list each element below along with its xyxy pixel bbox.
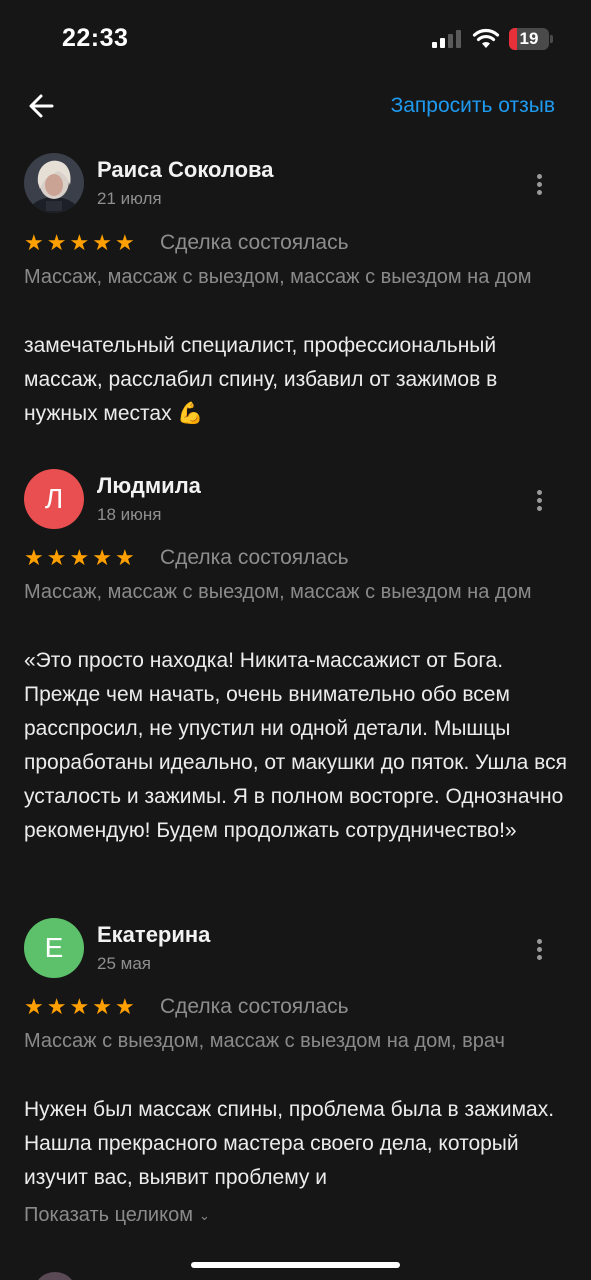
deal-status: Сделка состоялась (160, 231, 349, 254)
review-text: замечательный специалист, профессиональн… (24, 334, 498, 425)
home-indicator[interactable] (191, 1262, 400, 1268)
star-icon: ★ (69, 994, 90, 1019)
back-arrow-icon (29, 94, 54, 118)
star-icon: ★ (24, 230, 44, 255)
avatar-letter: Е (44, 932, 64, 963)
star-icon: ★ (114, 230, 135, 255)
author-name[interactable]: Людмила (97, 473, 201, 499)
star-rating: ★ ★ ★ ★ ★ (24, 994, 138, 1020)
star-icon: ★ (46, 545, 67, 570)
avatar[interactable]: Л (24, 469, 84, 529)
review-text: Нужен был массаж спины, проблема была в … (24, 1098, 555, 1189)
request-review-link[interactable]: Запросить отзыв (391, 94, 555, 118)
show-more-label: Показать целиком (24, 1204, 193, 1226)
star-icon: ★ (114, 994, 135, 1019)
avatar[interactable] (33, 1272, 77, 1280)
avatar-photo (24, 153, 84, 213)
review-date: 25 мая (97, 954, 151, 973)
star-icon: ★ (92, 994, 112, 1019)
star-rating: ★ ★ ★ ★ ★ (24, 545, 138, 571)
services-list: Массаж, массаж с выездом, массаж с выезд… (24, 266, 532, 288)
author-name[interactable]: Екатерина (97, 922, 210, 948)
more-options-button[interactable] (528, 485, 552, 515)
status-bar: 22:33 19 (0, 0, 591, 80)
star-icon: ★ (69, 545, 90, 570)
star-icon: ★ (24, 545, 44, 570)
deal-status: Сделка состоялась (160, 546, 349, 569)
status-time: 22:33 (62, 24, 129, 52)
avatar[interactable]: Е (24, 918, 84, 978)
cellular-signal-icon (432, 30, 461, 48)
star-icon: ★ (46, 994, 67, 1019)
more-options-button[interactable] (528, 934, 552, 964)
star-icon: ★ (24, 994, 44, 1019)
star-icon: ★ (69, 230, 90, 255)
review-date: 18 июня (97, 505, 162, 524)
services-list: Массаж с выездом, массаж с выездом на до… (24, 1030, 505, 1052)
star-icon: ★ (114, 545, 135, 570)
review-date: 21 июля (97, 189, 162, 208)
battery-level: 19 (519, 29, 539, 48)
review-text: «Это просто находка! Никита-массажист от… (24, 649, 567, 842)
star-icon: ★ (92, 545, 112, 570)
wifi-icon (472, 28, 500, 48)
star-rating: ★ ★ ★ ★ ★ (24, 230, 138, 256)
back-button[interactable] (24, 88, 60, 124)
star-icon: ★ (46, 230, 67, 255)
show-more-link[interactable]: Показать целиком ⌄ (24, 1204, 210, 1227)
deal-status: Сделка состоялась (160, 995, 349, 1018)
more-options-button[interactable] (528, 169, 552, 199)
chevron-down-icon: ⌄ (198, 1207, 210, 1223)
nav-bar: Запросить отзыв (0, 80, 591, 134)
avatar-letter: Л (44, 483, 64, 514)
star-icon: ★ (92, 230, 112, 255)
battery-icon: 19 (509, 28, 553, 50)
avatar[interactable] (24, 153, 84, 213)
services-list: Массаж, массаж с выездом, массаж с выезд… (24, 581, 532, 603)
author-name[interactable]: Раиса Соколова (97, 157, 274, 183)
